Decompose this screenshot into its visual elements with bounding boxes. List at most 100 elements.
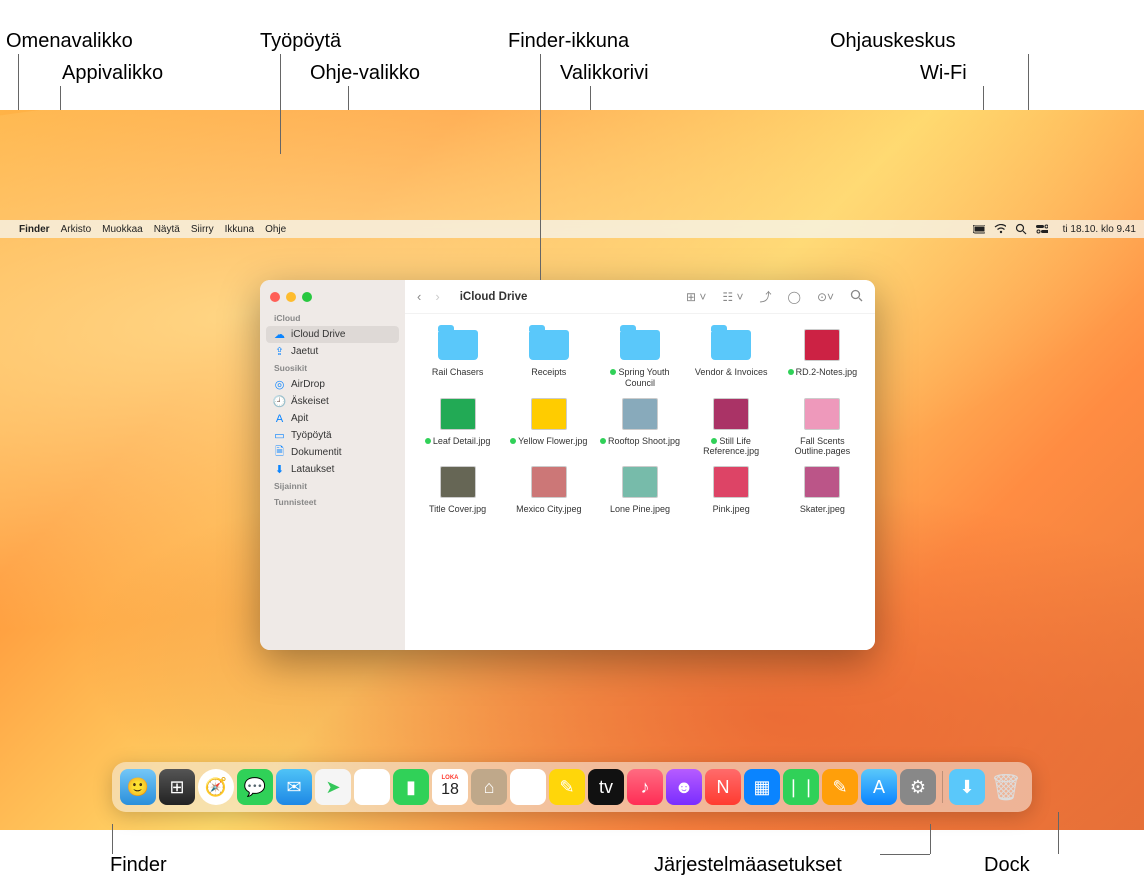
app-menu[interactable]: Finder [19, 224, 50, 235]
dock-item-keynote[interactable]: ▦ [744, 769, 780, 805]
sidebar-item-icon: ⇪ [274, 346, 285, 357]
spotlight-icon[interactable] [1015, 223, 1027, 235]
share-button[interactable]: ⤴ [759, 288, 771, 305]
sidebar-item[interactable]: ◎AirDrop [260, 376, 405, 393]
dock-item-trash[interactable]: 🗑 [988, 769, 1024, 805]
file-item[interactable]: Rail Chasers [413, 326, 502, 389]
minimize-button[interactable] [286, 292, 296, 302]
sidebar-item[interactable]: ⬇Lataukset [260, 461, 405, 478]
sidebar-item[interactable]: 🕘Äskeiset [260, 393, 405, 410]
file-label: Rooftop Shoot.jpg [600, 436, 680, 447]
menu-muokkaa[interactable]: Muokkaa [102, 224, 143, 235]
file-item[interactable]: Yellow Flower.jpg [504, 395, 593, 458]
search-button[interactable] [850, 289, 863, 305]
file-item[interactable]: Still Life Reference.jpg [687, 395, 776, 458]
file-thumbnail [435, 463, 481, 501]
menu-ikkuna[interactable]: Ikkuna [225, 224, 254, 235]
callout-valikkorivi: Valikkorivi [560, 62, 649, 85]
view-icons-button[interactable]: ⊞ ˅ [686, 290, 706, 304]
file-thumbnail [526, 463, 572, 501]
sidebar-item[interactable]: ⇪ Jaetut [260, 343, 405, 360]
folder-icon [526, 326, 572, 364]
finder-toolbar: ‹ › iCloud Drive ⊞ ˅ ☷ ˅ ⤴ ◯ ⊙˅ [405, 280, 875, 314]
file-item[interactable]: Mexico City.jpeg [504, 463, 593, 515]
menubar-datetime[interactable]: ti 18.10. klo 9.41 [1063, 224, 1136, 235]
sidebar-item[interactable]: 🗎 Dokumentit [260, 444, 405, 461]
sidebar-item-label: Äskeiset [291, 396, 329, 407]
nav-back-button[interactable]: ‹ [417, 289, 421, 304]
nav-forward-button[interactable]: › [435, 289, 439, 304]
tag-dot-icon [510, 438, 516, 444]
menu-arkisto[interactable]: Arkisto [61, 224, 92, 235]
tags-button[interactable]: ◯ [788, 290, 801, 304]
sidebar-item[interactable]: ▭Työpöytä [260, 427, 405, 444]
dock-item-pages[interactable]: ✎ [822, 769, 858, 805]
dock-item-launchpad[interactable]: ⊞ [159, 769, 195, 805]
dock-item-mail[interactable]: ✉︎ [276, 769, 312, 805]
dock-item-tv[interactable]: tv [588, 769, 624, 805]
zoom-button[interactable] [302, 292, 312, 302]
close-button[interactable] [270, 292, 280, 302]
dock-item-appstore[interactable]: A [861, 769, 897, 805]
dock-separator [942, 771, 943, 803]
group-button[interactable]: ☷ ˅ [722, 290, 743, 304]
dock-item-facetime[interactable]: ▮ [393, 769, 429, 805]
dock-item-finder[interactable]: 🙂 [120, 769, 156, 805]
file-item[interactable]: Pink.jpeg [687, 463, 776, 515]
folder-icon [617, 326, 663, 364]
menu-siirry[interactable]: Siirry [191, 224, 214, 235]
dock-item-downloads[interactable]: ⬇ [949, 769, 985, 805]
dock-item-calendar[interactable]: LOKA18 [432, 769, 468, 805]
file-item[interactable]: Vendor & Invoices [687, 326, 776, 389]
file-thumbnail [435, 395, 481, 433]
file-item[interactable]: Receipts [504, 326, 593, 389]
file-thumbnail [526, 395, 572, 433]
sidebar-item-icon: 🗎 [274, 447, 285, 458]
file-grid: Rail ChasersReceiptsSpring Youth Council… [405, 314, 875, 650]
file-item[interactable]: Rooftop Shoot.jpg [595, 395, 684, 458]
finder-window[interactable]: iCloud☁︎iCloud Drive⇪JaetutSuosikit◎AirD… [260, 280, 875, 650]
sidebar-item-label: Dokumentit [291, 447, 342, 458]
window-controls [260, 288, 405, 310]
dock-item-numbers[interactable]: ❘❘ [783, 769, 819, 805]
file-label: Yellow Flower.jpg [510, 436, 587, 447]
dock-item-maps[interactable]: ➤ [315, 769, 351, 805]
battery-icon[interactable] [973, 223, 985, 235]
dock-item-messages[interactable]: 💬 [237, 769, 273, 805]
wifi-icon[interactable] [994, 223, 1006, 235]
file-item[interactable]: RD.2-Notes.jpg [778, 326, 867, 389]
sidebar-item[interactable]: AApit [260, 410, 405, 427]
file-label: Vendor & Invoices [695, 367, 768, 378]
file-label: RD.2-Notes.jpg [788, 367, 858, 378]
action-button[interactable]: ⊙˅ [817, 290, 834, 304]
dock-item-podcasts[interactable]: ☻ [666, 769, 702, 805]
menu-ohje[interactable]: Ohje [265, 224, 286, 235]
file-item[interactable]: Leaf Detail.jpg [413, 395, 502, 458]
dock-item-reminders[interactable]: ☰ [510, 769, 546, 805]
file-item[interactable]: Fall Scents Outline.pages [778, 395, 867, 458]
menu-nayta[interactable]: Näytä [154, 224, 180, 235]
sidebar-item-label: Jaetut [291, 346, 318, 357]
dock-item-safari[interactable]: 🧭 [198, 769, 234, 805]
folder-icon [435, 326, 481, 364]
sidebar-item-label: Lataukset [291, 464, 334, 475]
file-label: Title Cover.jpg [429, 504, 486, 515]
file-item[interactable]: Title Cover.jpg [413, 463, 502, 515]
sidebar-item-label: AirDrop [291, 379, 325, 390]
control-center-icon[interactable] [1036, 223, 1048, 235]
tag-dot-icon [788, 369, 794, 375]
dock-item-systemsettings[interactable]: ⚙︎ [900, 769, 936, 805]
dock-item-notes[interactable]: ✎ [549, 769, 585, 805]
file-item[interactable]: Skater.jpeg [778, 463, 867, 515]
file-thumbnail [708, 395, 754, 433]
dock-item-photos[interactable]: ✿ [354, 769, 390, 805]
dock-item-music[interactable]: ♪ [627, 769, 663, 805]
dock-item-news[interactable]: N [705, 769, 741, 805]
file-item[interactable]: Spring Youth Council [595, 326, 684, 389]
sidebar-item[interactable]: ☁︎iCloud Drive [266, 326, 399, 343]
callout-ohjauskeskus: Ohjauskeskus [830, 30, 956, 53]
file-item[interactable]: Lone Pine.jpeg [595, 463, 684, 515]
sidebar-item-icon: ☁︎ [274, 329, 285, 340]
dock-item-contacts[interactable]: ⌂ [471, 769, 507, 805]
callout-omenavalikko: Omenavalikko [6, 30, 133, 53]
